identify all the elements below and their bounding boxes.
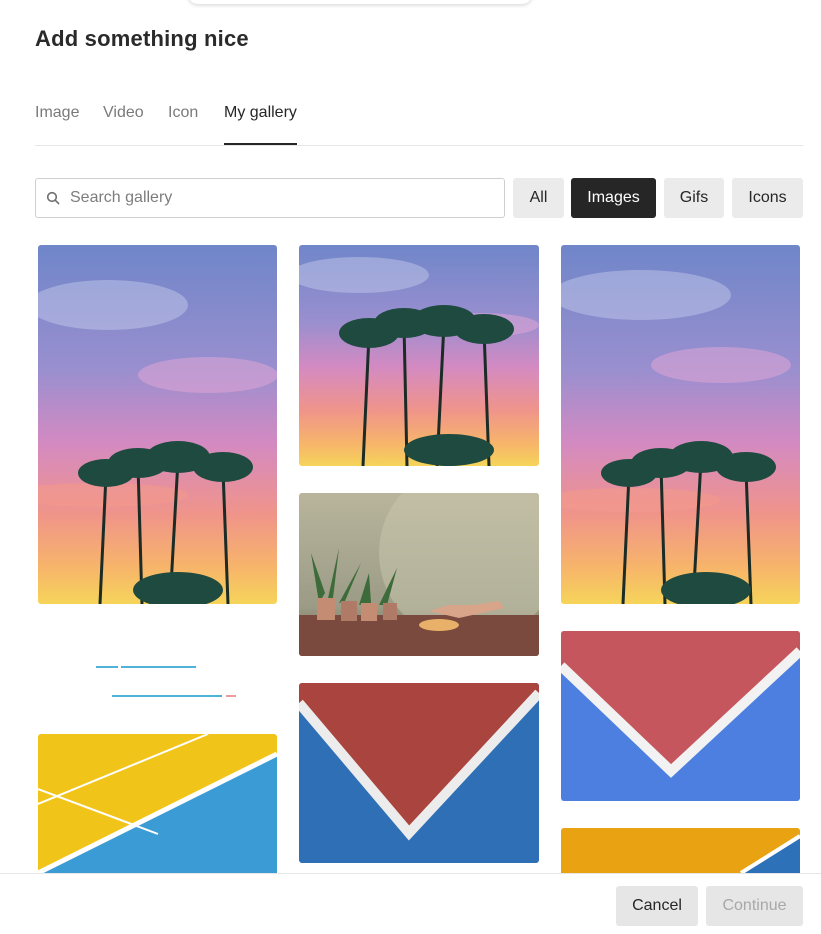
filter-gifs-button[interactable]: Gifs [664, 178, 724, 218]
tab-video[interactable]: Video [103, 104, 144, 145]
dialog-footer: Cancel Continue [0, 873, 821, 934]
search-icon [36, 179, 70, 217]
tab-icon[interactable]: Icon [168, 104, 198, 145]
filter-images-button[interactable]: Images [571, 178, 656, 218]
tab-image[interactable]: Image [35, 104, 79, 145]
gallery-item-loading-animation [38, 620, 277, 720]
tab-bar: Image Video Icon My gallery [35, 96, 803, 146]
gallery-item-court-red-blue[interactable] [561, 631, 800, 801]
search-box [35, 178, 505, 218]
gallery-item-court-orange-blue[interactable] [561, 828, 800, 873]
gallery-item-palm-sunset[interactable] [299, 245, 539, 466]
gallery-item-palm-sunset[interactable] [561, 245, 800, 604]
dialog-title: Add something nice [35, 26, 249, 51]
cancel-button[interactable]: Cancel [616, 886, 698, 926]
gallery-item-plants-still-life[interactable] [299, 493, 539, 656]
gallery-item-court-yellow-blue[interactable] [38, 734, 277, 873]
dialog-top-handle [188, 0, 532, 4]
filter-icons-button[interactable]: Icons [732, 178, 803, 218]
gallery-item-palm-sunset[interactable] [38, 245, 277, 604]
filter-all-button[interactable]: All [513, 178, 564, 218]
gallery-item-court-red-blue[interactable] [299, 683, 539, 863]
search-input[interactable] [70, 189, 490, 207]
continue-button[interactable]: Continue [706, 886, 803, 926]
tab-my-gallery[interactable]: My gallery [224, 104, 297, 145]
